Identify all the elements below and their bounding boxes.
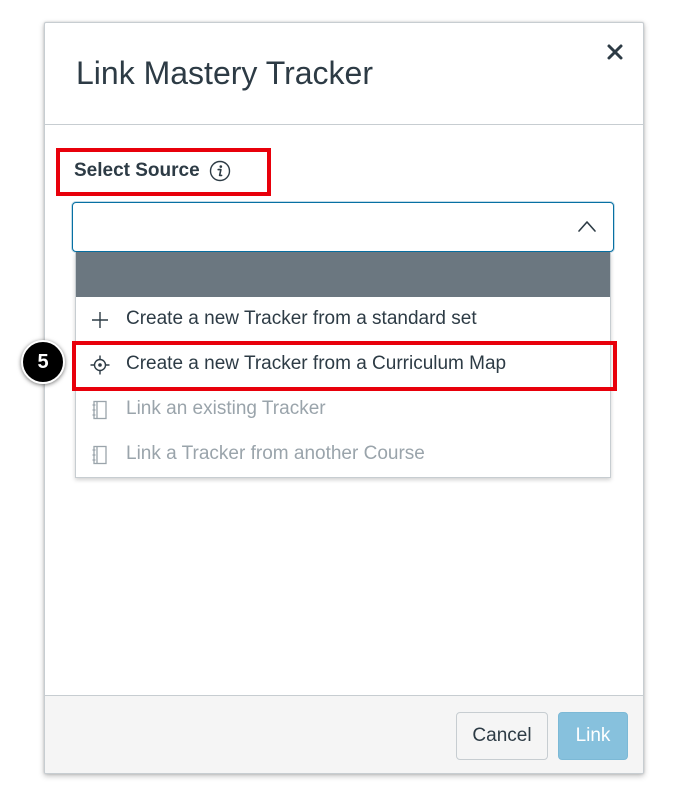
notebook-icon: [92, 445, 107, 465]
close-button[interactable]: [602, 39, 628, 65]
cancel-button[interactable]: Cancel: [456, 712, 548, 760]
chevron-up-icon[interactable]: [577, 219, 597, 233]
link-button[interactable]: Link: [558, 712, 628, 760]
select-source-input[interactable]: [72, 202, 614, 252]
option-other-course: Link a Tracker from another Course: [76, 432, 610, 477]
annotation-box-select-source: [56, 148, 271, 196]
modal-title: Link Mastery Tracker: [76, 55, 373, 91]
modal-footer: Cancel Link: [45, 695, 643, 773]
step-number-badge: 5: [21, 340, 65, 384]
option-standard-set[interactable]: Create a new Tracker from a standard set: [76, 297, 610, 342]
plus-icon: [92, 312, 108, 328]
option-existing-tracker: Link an existing Tracker: [76, 387, 610, 432]
close-icon: [607, 44, 623, 60]
highlighted-option[interactable]: [76, 252, 610, 297]
annotation-box-curriculum-map: [72, 341, 617, 391]
notebook-icon: [92, 400, 107, 420]
modal-header: Link Mastery Tracker: [45, 23, 643, 125]
option-label: Create a new Tracker from a standard set: [126, 308, 477, 329]
option-label: Link an existing Tracker: [126, 398, 326, 419]
option-label: Link a Tracker from another Course: [126, 443, 425, 464]
